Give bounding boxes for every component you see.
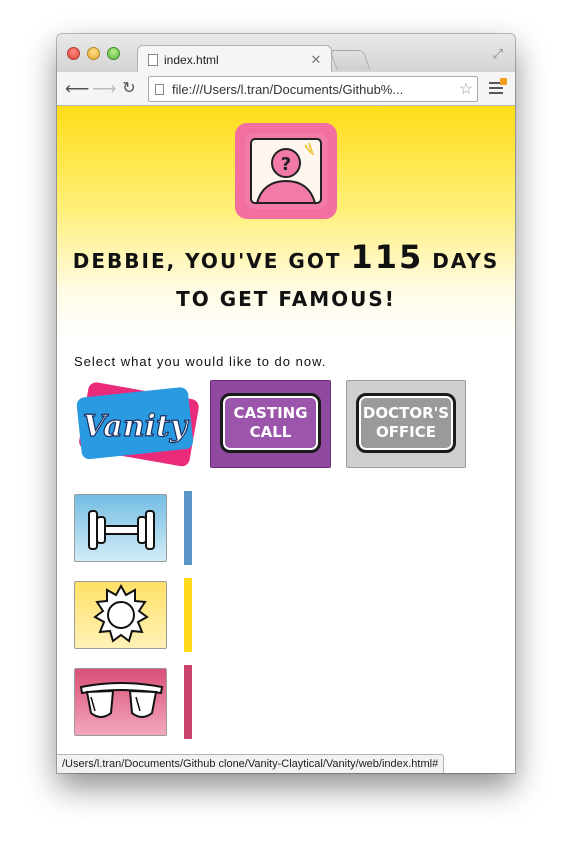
forward-icon[interactable]: ⟶: [92, 79, 116, 99]
countdown-headline: Debbie, you've got 115 days to get famou…: [71, 238, 501, 318]
casting-call-plate: Casting Call: [220, 393, 321, 453]
doctors-office-plate: Doctor's Office: [356, 393, 456, 453]
page-icon: [155, 83, 164, 95]
back-icon[interactable]: ⟵: [65, 79, 89, 99]
tab-close-icon[interactable]: ✕: [309, 52, 323, 68]
dumbbell-icon: [88, 510, 155, 550]
fullscreen-icon[interactable]: ⤢: [493, 46, 503, 62]
new-tab-button[interactable]: [329, 50, 371, 70]
instruction-text: Select what you would like to do now.: [74, 354, 327, 369]
reload-icon[interactable]: ↻: [119, 79, 139, 99]
doctor-line1: Doctor's: [362, 404, 450, 422]
doctors-office-button[interactable]: Doctor's Office: [346, 380, 466, 468]
page-content: ? Debbie, you've got 115 days to get fam…: [57, 106, 515, 773]
days-count: 115: [350, 238, 424, 276]
glam-level-bar: [184, 665, 192, 739]
hero-banner: ? Debbie, you've got 115 days to get fam…: [57, 106, 515, 338]
vanity-logo-text: Vanity: [83, 409, 190, 444]
sun-level-bar: [184, 578, 192, 652]
casting-line1: Casting: [233, 404, 308, 422]
sun-tile[interactable]: [74, 581, 167, 649]
casting-line2: Call: [249, 423, 292, 441]
document-icon: [148, 53, 158, 66]
svg-text:?: ?: [281, 154, 291, 175]
vanity-button[interactable]: Vanity: [73, 380, 201, 468]
bookmark-star-icon[interactable]: ☆: [455, 79, 477, 99]
glam-tile[interactable]: [74, 668, 167, 736]
fitness-level-bar: [184, 491, 192, 565]
update-badge-icon: [500, 78, 507, 85]
browser-window: index.html ✕ ⤢ ⟵ ⟶ ↻ file:///Users/l.tra…: [57, 34, 515, 773]
sunglasses-icon: [79, 682, 164, 718]
url-text: file:///Users/l.tran/Documents/Github%..…: [172, 81, 404, 97]
tab-index[interactable]: index.html ✕: [137, 45, 332, 73]
doctor-line2: Office: [375, 423, 437, 441]
zoom-window-button[interactable]: [107, 47, 120, 60]
close-window-button[interactable]: [67, 47, 80, 60]
profile-avatar[interactable]: ?: [235, 123, 337, 219]
minimize-window-button[interactable]: [87, 47, 100, 60]
fitness-tile[interactable]: [74, 494, 167, 562]
tab-title: index.html: [164, 52, 219, 67]
address-bar[interactable]: file:///Users/l.tran/Documents/Github%..…: [148, 76, 478, 102]
sun-icon: [93, 583, 149, 643]
casting-call-button[interactable]: Casting Call: [210, 380, 331, 468]
headline-before: Debbie, you've got: [72, 249, 351, 273]
status-bar-url: /Users/l.tran/Documents/Github clone/Van…: [57, 754, 445, 773]
browser-toolbar: ⟵ ⟶ ↻ file:///Users/l.tran/Documents/Git…: [57, 72, 515, 106]
tab-strip: index.html ✕ ⤢: [57, 34, 515, 73]
